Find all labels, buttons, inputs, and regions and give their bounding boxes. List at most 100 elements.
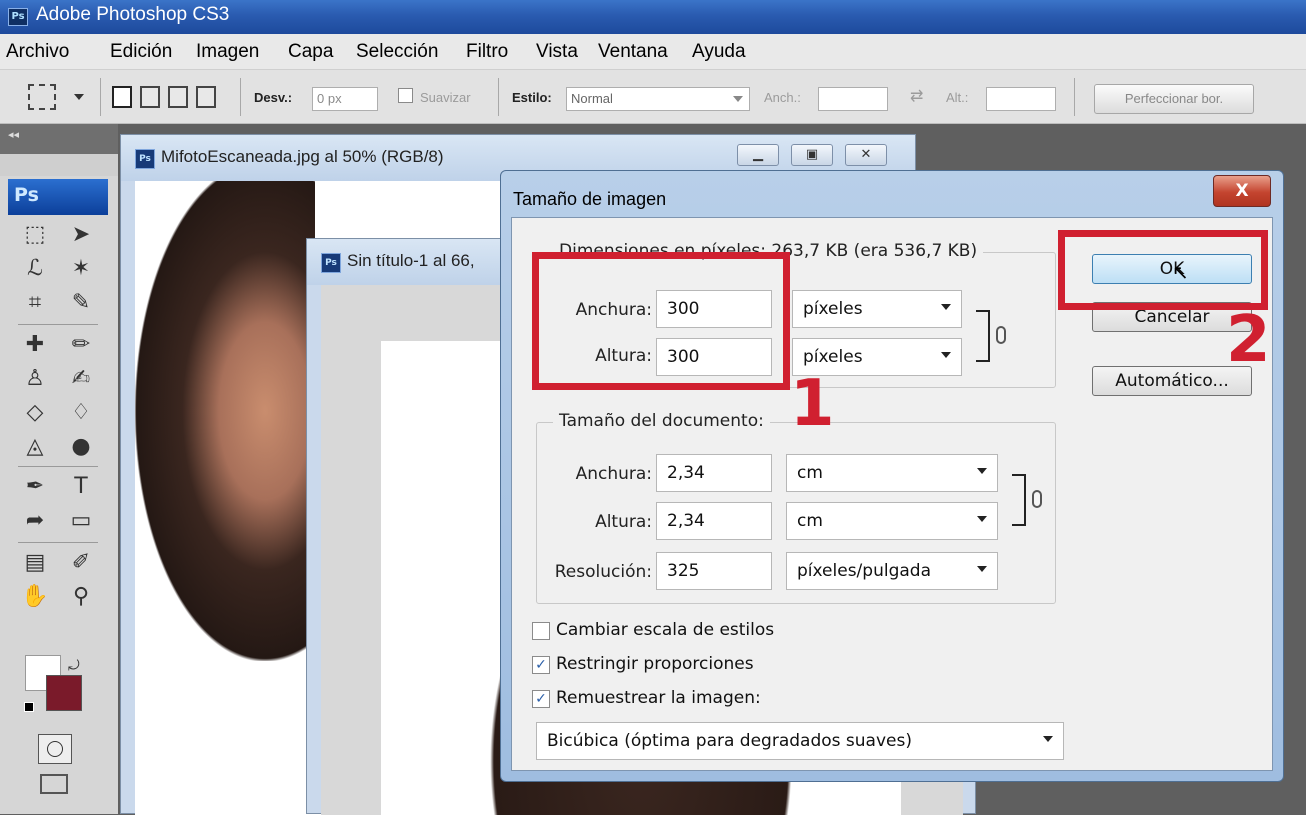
tool-preset-dropdown-icon[interactable] (74, 94, 84, 100)
pen-icon[interactable]: ✒ (10, 470, 60, 504)
eyedropper-icon[interactable]: ✐ (56, 546, 106, 580)
healing-brush-icon[interactable]: ✚ (10, 328, 60, 362)
notes-icon[interactable]: ▤ (10, 546, 60, 580)
constrain-proportions-checkbox[interactable]: ✓ (532, 656, 550, 674)
dodge-icon[interactable]: ● (56, 430, 106, 464)
scale-styles-label: Cambiar escala de estilos (556, 620, 775, 640)
quick-mask-icon[interactable] (38, 734, 72, 764)
marquee-icon[interactable]: ⬚ (10, 218, 60, 252)
feather-input[interactable]: 0 px (312, 87, 378, 111)
chevron-down-icon (977, 468, 987, 474)
document-title: Sin título-1 al 66, (347, 251, 475, 270)
tool-separator (18, 542, 98, 543)
slice-icon[interactable]: ✎ (56, 286, 106, 320)
shape-icon[interactable]: ▭ (56, 504, 106, 538)
doc-height-unit-select[interactable]: cm (786, 502, 998, 540)
menu-filtro[interactable]: Filtro (466, 41, 508, 63)
antialias-checkbox[interactable] (398, 88, 413, 106)
document-ps-icon: Ps (135, 149, 155, 169)
dialog-close-button[interactable]: X (1213, 175, 1271, 207)
lasso-icon[interactable]: ℒ (10, 252, 60, 286)
subtract-selection-icon[interactable] (168, 86, 188, 108)
width-input[interactable] (818, 87, 888, 111)
scale-styles-checkbox[interactable] (532, 622, 550, 640)
toolbox-grip[interactable] (0, 154, 118, 176)
pixel-width-unit-select[interactable]: píxeles (792, 290, 962, 328)
eraser-icon[interactable]: ◇ (10, 396, 60, 430)
clone-stamp-icon[interactable]: ♙ (10, 362, 60, 396)
magic-wand-icon[interactable]: ✶ (56, 252, 106, 286)
style-value: Normal (571, 91, 613, 106)
default-colors-icon[interactable] (24, 702, 34, 712)
maximize-button[interactable]: ▣ (791, 144, 833, 166)
blur-icon[interactable]: ◬ (10, 430, 60, 464)
minimize-button[interactable]: ▁ (737, 144, 779, 166)
marquee-tool-icon[interactable] (28, 84, 56, 110)
photo-portrait (135, 181, 315, 661)
quick-mask-circle (47, 741, 63, 757)
document-ps-icon: Ps (321, 253, 341, 273)
doc-width-input[interactable]: 2,34 (656, 454, 772, 492)
resample-method-value: Bicúbica (óptima para degradados suaves) (547, 731, 912, 751)
chevron-down-icon (941, 352, 951, 358)
history-brush-icon[interactable]: ✍ (56, 362, 106, 396)
chain-link-icon (996, 326, 1006, 344)
new-selection-icon[interactable] (112, 86, 132, 108)
dialog-title: Tamaño de imagen (513, 189, 667, 209)
doc-width-unit-select[interactable]: cm (786, 454, 998, 492)
app-titlebar: Ps Adobe Photoshop CS3 (0, 0, 1306, 34)
refine-edge-button[interactable]: Perfeccionar bor. (1094, 84, 1254, 114)
path-selection-icon[interactable]: ➦ (10, 504, 60, 538)
zoom-icon[interactable]: ⚲ (56, 580, 106, 614)
style-select[interactable]: Normal (566, 87, 750, 111)
photoshop-app-icon: Ps (8, 8, 28, 26)
chevron-down-icon (977, 516, 987, 522)
resample-method-select[interactable]: Bicúbica (óptima para degradados suaves) (536, 722, 1064, 760)
chevron-down-icon (1043, 736, 1053, 742)
resample-label: Remuestrear la imagen: (556, 688, 761, 708)
menu-archivo[interactable]: Archivo (6, 41, 69, 63)
height-input[interactable] (986, 87, 1056, 111)
menu-ayuda[interactable]: Ayuda (692, 41, 746, 63)
menu-seleccion[interactable]: Selección (356, 41, 438, 63)
menu-edicion[interactable]: Edición (110, 41, 172, 63)
doc-height-input[interactable]: 2,34 (656, 502, 772, 540)
doc-height-unit: cm (797, 511, 823, 531)
close-window-button[interactable]: ✕ (845, 144, 887, 166)
doc-width-label: Anchura: (575, 464, 652, 484)
doc-width-unit: cm (797, 463, 823, 483)
swap-icon[interactable]: ⇄ (910, 86, 923, 106)
resolution-unit: píxeles/pulgada (797, 561, 931, 581)
toolbox-collapse-icon[interactable]: ◂◂ (0, 124, 118, 154)
intersect-selection-icon[interactable] (196, 86, 216, 108)
document-title: MifotoEscaneada.jpg al 50% (RGB/8) (161, 147, 444, 166)
step-number-2: 2 (1226, 303, 1271, 377)
resample-checkbox[interactable]: ✓ (532, 690, 550, 708)
menu-capa[interactable]: Capa (288, 41, 333, 63)
resolution-unit-select[interactable]: píxeles/pulgada (786, 552, 998, 590)
antialias-box[interactable] (398, 88, 413, 103)
chevron-down-icon (977, 566, 987, 572)
toolbox: ◂◂ Ps ⬚ ➤ ℒ ✶ ⌗ ✎ ✚ ✏ ♙ ✍ ◇ ♢ ◬ ● ✒ T ➦ … (0, 124, 118, 814)
menu-ventana[interactable]: Ventana (598, 41, 668, 63)
menu-imagen[interactable]: Imagen (196, 41, 259, 63)
add-selection-icon[interactable] (140, 86, 160, 108)
style-label: Estilo: (512, 90, 552, 105)
background-color-swatch[interactable] (46, 675, 82, 711)
type-icon[interactable]: T (56, 470, 106, 504)
separator (1074, 78, 1075, 116)
chevron-down-icon (733, 96, 743, 102)
pixel-height-unit: píxeles (803, 347, 863, 367)
brush-icon[interactable]: ✏ (56, 328, 106, 362)
menu-vista[interactable]: Vista (536, 41, 578, 63)
move-icon[interactable]: ➤ (56, 218, 106, 252)
resolution-input[interactable]: 325 (656, 552, 772, 590)
screen-mode-icon[interactable] (40, 774, 68, 794)
swap-colors-icon[interactable]: ⤾ (68, 658, 80, 674)
doc-height-label: Altura: (595, 512, 652, 532)
photoshop-logo: Ps (8, 179, 108, 215)
paint-bucket-icon[interactable]: ♢ (56, 396, 106, 430)
crop-icon[interactable]: ⌗ (10, 286, 60, 320)
hand-icon[interactable]: ✋ (10, 580, 60, 614)
antialias-label: Suavizar (420, 90, 471, 105)
